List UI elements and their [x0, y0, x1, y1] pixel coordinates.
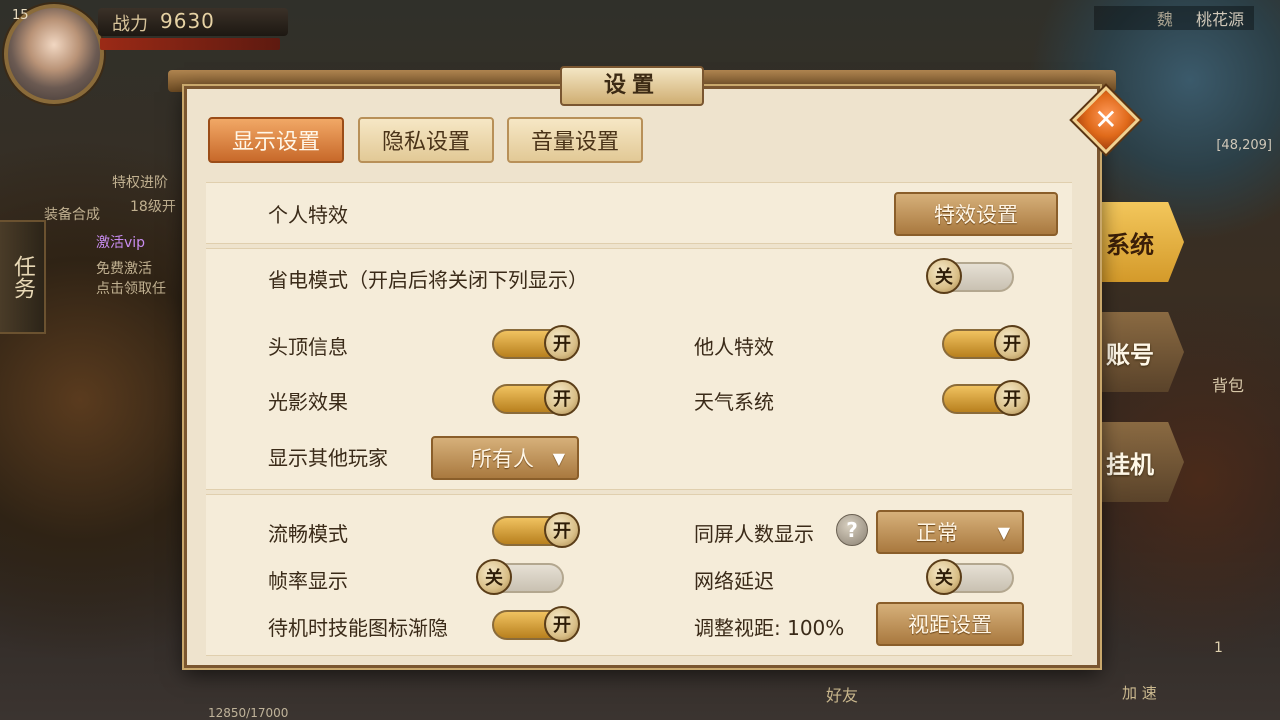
personal-effects-label: 个人特效: [268, 203, 348, 227]
weather-label: 天气系统: [694, 390, 774, 414]
head-info-label: 头顶信息: [268, 335, 348, 359]
toggle-knob: 开: [544, 325, 580, 361]
free-activate-label: 免费激活: [96, 261, 152, 277]
toggle-knob: 关: [926, 258, 962, 294]
close-icon: ✕: [1094, 103, 1118, 136]
toggle-knob: 开: [544, 380, 580, 416]
light-shadow-label: 光影效果: [268, 390, 348, 414]
latency-label: 网络延迟: [694, 569, 774, 593]
vip-label[interactable]: 激活vip: [96, 232, 145, 252]
weather-toggle[interactable]: 开: [942, 380, 1030, 416]
exp-text: 12850/17000: [208, 706, 289, 720]
fps-display-toggle[interactable]: 关: [476, 559, 564, 595]
tab-display-settings[interactable]: 显示设置: [208, 117, 344, 163]
same-screen-dropdown[interactable]: 正常 ▼: [876, 510, 1024, 554]
power-saving-label: 省电模式（开启后将关闭下列显示）: [268, 268, 588, 292]
help-icon[interactable]: ?: [836, 514, 868, 546]
task-tab[interactable]: 任务: [0, 220, 46, 334]
light-shadow-toggle[interactable]: 开: [492, 380, 580, 416]
toggle-knob: 开: [544, 606, 580, 642]
show-players-label: 显示其他玩家: [268, 446, 388, 470]
tab-volume-settings[interactable]: 音量设置: [507, 117, 643, 163]
power-saving-toggle[interactable]: 关: [926, 258, 1014, 294]
idle-fade-label: 待机时技能图标渐隐: [268, 616, 448, 640]
location-indicator: 魏 桃花源: [1094, 6, 1254, 30]
toggle-knob: 关: [476, 559, 512, 595]
fps-display-label: 帧率显示: [268, 569, 348, 593]
chevron-down-icon: ▼: [997, 522, 1010, 542]
head-info-toggle[interactable]: 开: [492, 325, 580, 361]
claim-label[interactable]: 点击领取任: [96, 278, 166, 298]
power-value: 9630: [160, 9, 215, 33]
level-unlock-label: 18级开: [130, 199, 176, 215]
show-players-dropdown[interactable]: 所有人 ▼: [431, 436, 579, 480]
view-distance-label: 调整视距: 100%: [694, 616, 845, 640]
hp-bar: [100, 38, 280, 50]
tab-privacy-settings[interactable]: 隐私设置: [358, 117, 494, 163]
view-distance-button[interactable]: 视距设置: [876, 602, 1024, 646]
chevron-down-icon: ▼: [552, 448, 565, 468]
latency-toggle[interactable]: 关: [926, 559, 1014, 595]
toggle-knob: 开: [994, 380, 1030, 416]
skill-count: 1: [1214, 640, 1223, 656]
smooth-mode-label: 流畅模式: [268, 522, 348, 546]
same-screen-label: 同屏人数显示: [694, 522, 814, 546]
location-name: 桃花源: [1195, 10, 1244, 29]
others-effects-toggle[interactable]: 开: [942, 325, 1030, 361]
power-label: 战力: [112, 14, 148, 35]
side-menu-account[interactable]: 账号: [1096, 312, 1184, 392]
region-name: 魏: [1156, 10, 1173, 29]
show-players-value: 所有人: [471, 447, 534, 471]
smooth-mode-toggle[interactable]: 开: [492, 512, 580, 548]
side-menu-idle[interactable]: 挂机: [1096, 422, 1184, 502]
others-effects-label: 他人特效: [694, 335, 774, 359]
toggle-knob: 关: [926, 559, 962, 595]
coordinates: [48,209]: [1216, 138, 1272, 153]
toggle-knob: 开: [994, 325, 1030, 361]
toggle-knob: 开: [544, 512, 580, 548]
dialog-title: 设置: [560, 66, 704, 106]
side-menu-system[interactable]: 系统: [1096, 202, 1184, 282]
idle-fade-toggle[interactable]: 开: [492, 606, 580, 642]
friends-label[interactable]: 好友: [826, 682, 858, 706]
bag-label[interactable]: 背包: [1212, 372, 1244, 396]
player-level: 15: [12, 8, 29, 23]
speed-label[interactable]: 加 速: [1122, 682, 1157, 703]
equip-synth-label[interactable]: 装备合成: [44, 204, 100, 224]
privilege-label: 特权进阶: [112, 175, 168, 191]
same-screen-value: 正常: [916, 521, 958, 545]
effects-settings-button[interactable]: 特效设置: [894, 192, 1058, 236]
